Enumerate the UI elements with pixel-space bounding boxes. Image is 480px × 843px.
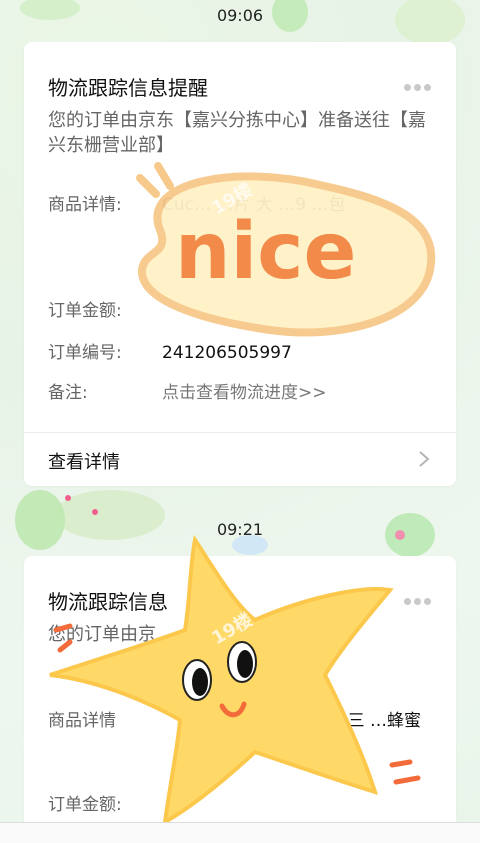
goods-label: 商品详情: [48, 195, 122, 215]
goods-detail-row: 商品详情: Cuc… …片 大 …9 …包 [48, 190, 345, 215]
track-progress-link[interactable]: 点击查看物流进度>> [162, 383, 327, 403]
view-details-button[interactable]: 查看详情 [24, 433, 456, 486]
amount-row: 订单金额: [48, 296, 162, 321]
card-subtitle: 您的订单由京 … 送往 【嘉… [48, 624, 282, 645]
goods-value: 装280g 三 …蜂蜜 [282, 711, 422, 731]
message-timestamp: 09:06 [216, 6, 264, 25]
amount-row: 订单金额: [48, 790, 162, 815]
order-number-value: 241206505997 [162, 343, 292, 363]
note-row: 备注: 点击查看物流进度>> [48, 378, 327, 403]
bottom-toolbar [0, 822, 480, 843]
amount-label: 订单金额: [48, 795, 122, 815]
card-title: 物流跟踪信息 [48, 590, 168, 614]
goods-detail-row: 商品详情 装280g 三 …蜂蜜 [48, 706, 421, 731]
more-options-icon[interactable] [404, 590, 434, 605]
chevron-right-icon [419, 451, 430, 467]
order-number-label: 订单编号: [48, 343, 122, 363]
logistics-card[interactable]: 物流跟踪信息 您的订单由京 … 送往 【嘉… 商品详情 装280g 三 …蜂蜜 订… [24, 556, 456, 842]
more-options-icon[interactable] [404, 76, 434, 91]
view-details-label: 查看详情 [48, 452, 120, 473]
amount-label: 订单金额: [48, 301, 122, 321]
goods-value: Cuc… …片 大 …9 …包 [162, 195, 346, 215]
logistics-card[interactable]: 物流跟踪信息提醒 您的订单由京东【嘉兴分拣中心】准备送往【嘉兴东栅营业部】 商品… [24, 42, 456, 486]
card-title: 物流跟踪信息提醒 [48, 76, 208, 100]
message-timestamp: 09:21 [216, 520, 264, 539]
note-label: 备注: [48, 383, 88, 403]
goods-label: 商品详情 [48, 711, 116, 731]
card-subtitle: 您的订单由京东【嘉兴分拣中心】准备送往【嘉兴东栅营业部】 [48, 110, 426, 156]
order-number-row: 订单编号: 241206505997 [48, 338, 292, 363]
